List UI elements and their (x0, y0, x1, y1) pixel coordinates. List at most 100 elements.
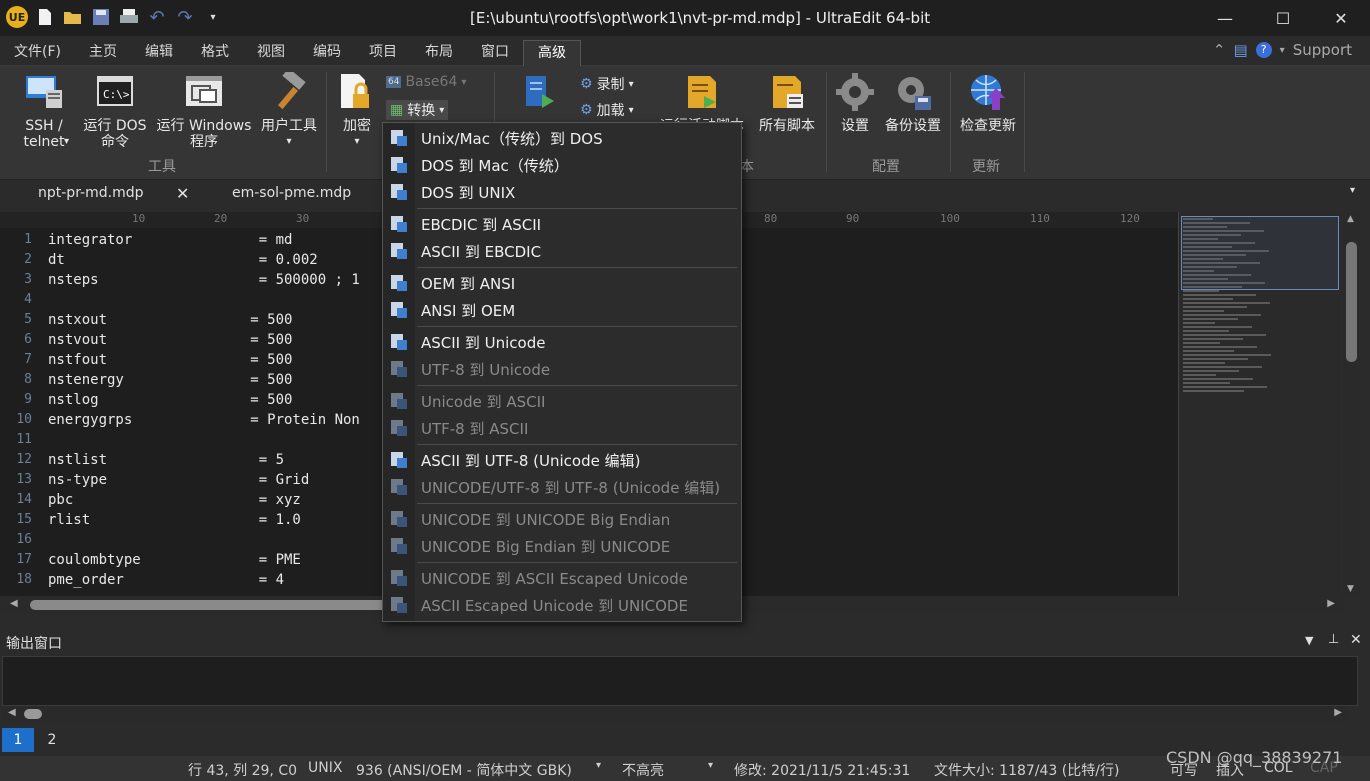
redo-icon[interactable]: ↷ (174, 6, 196, 28)
line-text: nstxout = 500 (48, 312, 293, 328)
pin-icon[interactable]: ⊥ (1328, 632, 1339, 647)
encrypt-button[interactable]: 加密 ▾ (336, 72, 378, 150)
support-dropdown-icon[interactable]: ▾ (1280, 45, 1285, 56)
convert-menu-item[interactable]: UNICODE Big Endian 到 UNICODE (383, 533, 741, 559)
vertical-scroll-thumb[interactable] (1346, 242, 1357, 362)
base64-button[interactable]: 64 Base64 ▾ (386, 74, 466, 90)
record-button[interactable]: ⚙ 录制 ▾ (580, 74, 634, 94)
convert-menu-item[interactable]: ASCII Escaped Unicode 到 UNICODE (383, 592, 741, 618)
convert-menu-item[interactable]: Unicode 到 ASCII (383, 388, 741, 414)
menu-tab[interactable]: 视图 (243, 40, 299, 66)
convert-menu-item[interactable]: ASCII 到 Unicode (383, 329, 741, 355)
menu-tab[interactable]: 窗口 (467, 40, 523, 66)
convert-menu-item[interactable]: ASCII 到 EBCDIC (383, 238, 741, 264)
scroll-down-icon[interactable]: ▼ (1347, 584, 1354, 594)
scroll-left-icon[interactable]: ◀ (10, 598, 18, 609)
settings-button[interactable]: 设置 (836, 72, 874, 134)
convert-menu-item[interactable]: EBCDIC 到 ASCII (383, 211, 741, 237)
menu-separator (417, 326, 737, 327)
collapse-ribbon-icon[interactable]: ⌃ (1213, 41, 1226, 59)
scroll-right-icon[interactable]: ▶ (1327, 598, 1335, 609)
record-label: 录制 (596, 77, 625, 93)
convert-button[interactable]: ▦ 转换 ▾ (386, 100, 449, 120)
ascii-to-unicode-icon (383, 333, 415, 351)
help-icon[interactable]: ? (1255, 42, 1272, 58)
run-windows-button[interactable]: 运行 Windows 程序 (152, 72, 256, 150)
minimap[interactable] (1178, 212, 1340, 596)
convert-menu-item[interactable]: UNICODE 到 UNICODE Big Endian (383, 506, 741, 532)
scroll-up-icon[interactable]: ▲ (1347, 214, 1354, 224)
qat-customize-icon[interactable]: ▾ (202, 6, 224, 28)
save-icon[interactable] (90, 6, 112, 28)
menu-tab[interactable]: 高级 (522, 40, 581, 66)
convert-menu-item[interactable]: OEM 到 ANSI (383, 270, 741, 296)
open-folder-icon[interactable] (62, 6, 84, 28)
convert-menu-item[interactable]: UTF-8 到 Unicode (383, 356, 741, 382)
undo-icon[interactable]: ↶ (146, 6, 168, 28)
menu-tab[interactable]: 编码 (299, 40, 355, 66)
minimap-scrollbar[interactable]: ▶ (1178, 596, 1343, 614)
backup-settings-button[interactable]: 备份设置 (880, 72, 946, 134)
output-window-content[interactable] (2, 656, 1358, 706)
convert-menu-item[interactable]: UNICODE 到 ASCII Escaped Unicode (383, 565, 741, 591)
check-update-button[interactable]: 检查更新 (956, 72, 1020, 134)
window-title: [E:\ubuntu\rootfs\opt\work1\nvt-pr-md.md… (470, 9, 931, 27)
menu-tab[interactable]: 主页 (75, 40, 131, 66)
output-tab-2[interactable]: 2 (36, 728, 68, 752)
output-close-icon[interactable]: ✕ (1350, 632, 1362, 648)
base64-dropdown-icon: ▾ (461, 76, 467, 88)
support-link[interactable]: Support (1293, 41, 1352, 59)
minimize-button[interactable]: — (1196, 0, 1254, 36)
line-text: ns-type = Grid (48, 472, 310, 488)
convert-menu-item-label: EBCDIC 到 ASCII (421, 215, 542, 234)
menu-tab[interactable]: 编辑 (131, 40, 187, 66)
run-dos-button[interactable]: C:\> 运行 DOS 命令 (80, 72, 150, 150)
horizontal-scroll-thumb[interactable] (30, 600, 390, 610)
convert-menu-item-label: Unicode 到 ASCII (421, 392, 546, 411)
encrypt-label: 加密 (343, 118, 371, 134)
convert-menu-item[interactable]: DOS 到 UNIX (383, 179, 741, 205)
close-button[interactable]: ✕ (1312, 0, 1370, 36)
user-tools-button[interactable]: 用户工具 ▾ (256, 72, 322, 150)
output-scroll-left-icon[interactable]: ◀ (8, 707, 16, 718)
doc-tab-npt[interactable]: npt-pr-md.mdp (38, 185, 144, 201)
layout-icon[interactable]: ▤ (1233, 41, 1247, 59)
load-button[interactable]: ⚙ 加载 ▾ (580, 100, 634, 120)
menu-tab[interactable]: 项目 (355, 40, 411, 66)
new-file-icon[interactable] (34, 6, 56, 28)
menu-tab[interactable]: 布局 (411, 40, 467, 66)
load-label: 加载 (596, 103, 625, 119)
doc-tab-em-sol[interactable]: em-sol-pme.mdp (232, 185, 351, 201)
output-horizontal-scrollbar[interactable]: ◀ ▶ (2, 706, 1348, 722)
ssh-telnet-button[interactable]: SSH / telnet ▾ (12, 72, 76, 150)
convert-menu-item[interactable]: ANSI 到 OEM (383, 297, 741, 323)
all-scripts-button[interactable]: 所有脚本 (752, 72, 822, 134)
convert-menu-item[interactable]: UNICODE/UTF-8 到 UTF-8 (Unicode 编辑) (383, 474, 741, 500)
highlight-mode[interactable]: 不高亮 (622, 760, 664, 780)
output-scroll-thumb[interactable] (24, 709, 42, 719)
line-number: 10 (16, 412, 32, 427)
ultraedit-logo-icon[interactable]: UE (6, 6, 28, 28)
highlight-dropdown-icon[interactable]: ▾ (708, 760, 713, 771)
minimap-viewport[interactable] (1181, 216, 1339, 290)
print-icon[interactable] (118, 6, 140, 28)
run-script-button[interactable] (510, 72, 566, 118)
tab-list-dropdown-icon[interactable]: ▾ (1350, 185, 1355, 196)
minimap-line (1183, 318, 1238, 320)
menu-tab[interactable]: 格式 (187, 40, 243, 66)
convert-menu-item[interactable]: ASCII 到 UTF-8 (Unicode 编辑) (383, 447, 741, 473)
editor-vertical-scrollbar[interactable]: ▲ ▼ (1343, 212, 1360, 596)
convert-menu-item[interactable]: Unix/Mac（传统）到 DOS (383, 125, 741, 151)
output-dropdown-icon[interactable]: ▼ (1305, 634, 1313, 647)
line-text: nstvout = 500 (48, 332, 293, 348)
menu-tab[interactable]: 文件(F) (0, 40, 75, 66)
close-tab-icon[interactable]: ✕ (176, 184, 189, 203)
convert-menu-item[interactable]: DOS 到 Mac（传统） (383, 152, 741, 178)
codepage-dropdown-icon[interactable]: ▾ (596, 760, 601, 771)
output-tab-1[interactable]: 1 (2, 728, 34, 752)
codepage[interactable]: 936 (ANSI/OEM - 简体中文 GBK) (356, 760, 572, 780)
line-ending[interactable]: UNIX (308, 760, 342, 776)
maximize-button[interactable]: ☐ (1254, 0, 1312, 36)
output-scroll-right-icon[interactable]: ▶ (1334, 707, 1342, 718)
convert-menu-item[interactable]: UTF-8 到 ASCII (383, 415, 741, 441)
